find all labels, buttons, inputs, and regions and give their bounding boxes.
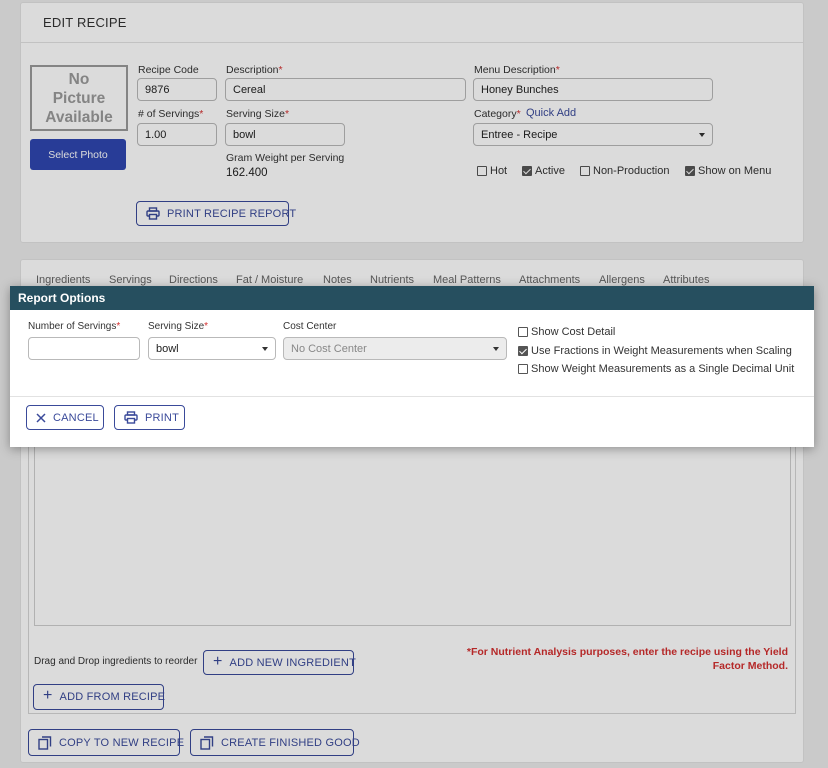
cost-center-label: Cost Center [283, 321, 337, 332]
use-fractions-checkbox[interactable]: Use Fractions in Weight Measurements whe… [518, 345, 792, 357]
chevron-down-icon [262, 346, 268, 351]
modal-serving-size-label: Serving Size* [148, 321, 209, 332]
cancel-button[interactable]: CANCEL [26, 405, 104, 430]
modal-serving-size-select[interactable]: bowl [148, 337, 276, 360]
modal-servings-input[interactable] [28, 337, 140, 360]
dialog-title: Report Options [18, 291, 106, 305]
chevron-down-icon [493, 346, 499, 351]
single-decimal-unit-checkbox[interactable]: Show Weight Measurements as a Single Dec… [518, 363, 794, 375]
dialog-header: Report Options [10, 286, 814, 310]
close-icon [36, 412, 46, 423]
cost-center-select[interactable]: No Cost Center [283, 337, 507, 360]
dialog-divider [10, 396, 814, 397]
modal-servings-label: Number of Servings* [28, 321, 121, 332]
print-button[interactable]: PRINT [114, 405, 185, 430]
show-cost-detail-checkbox[interactable]: Show Cost Detail [518, 326, 615, 338]
report-options-dialog: Report Options Number of Servings* Servi… [10, 286, 814, 447]
printer-icon [124, 411, 138, 424]
